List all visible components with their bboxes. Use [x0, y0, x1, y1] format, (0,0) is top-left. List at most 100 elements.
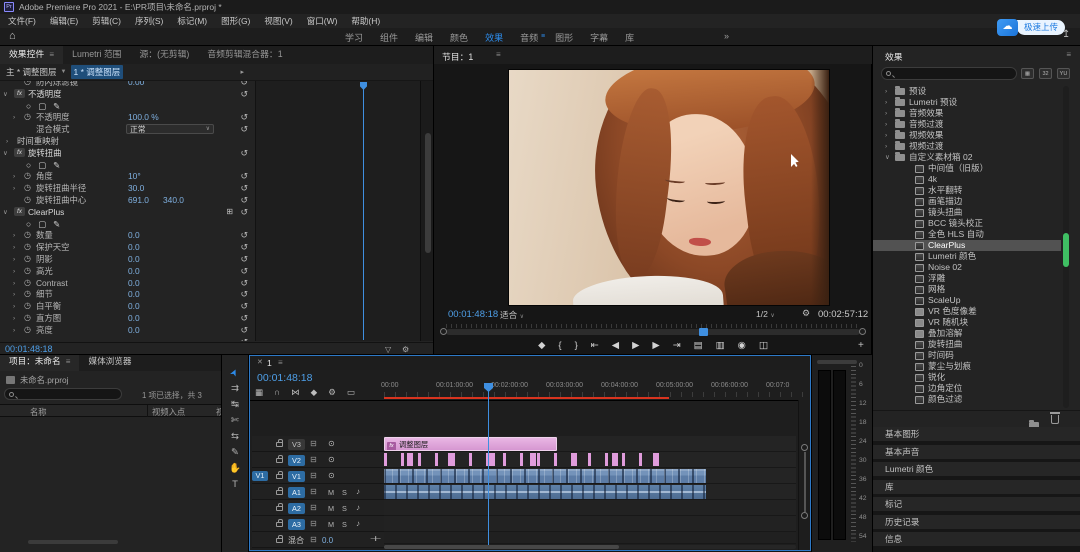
solo-button[interactable]: S	[342, 520, 347, 529]
track-header[interactable]: V1 V1 ⊟ ⊙ M S ♪	[252, 468, 384, 484]
effects-tree-item[interactable]: 全色 HLS 自动	[873, 229, 1061, 240]
sync-lock-icon[interactable]: ⊟	[310, 535, 317, 544]
transport-icon[interactable]: {	[558, 340, 561, 351]
effects-search-input[interactable]	[881, 67, 1017, 80]
lock-icon[interactable]	[276, 490, 283, 495]
timeline-vscrollbar[interactable]	[798, 400, 810, 550]
timeline-tool-icon[interactable]: ◆	[311, 387, 318, 398]
effects-tree-item[interactable]: 颜色过滤	[873, 394, 1061, 405]
menu-item[interactable]: 文件(F)	[8, 15, 36, 27]
panel-menu-icon[interactable]: ≡	[47, 50, 54, 59]
workspace-tab[interactable]: 编辑	[415, 31, 433, 44]
quick-upload-logo-icon[interactable]: ☁	[997, 19, 1018, 36]
twirl-icon[interactable]: ›	[885, 86, 891, 97]
effect-row[interactable]: fx ◷ ○▢✎ ∨ ⊞ ↺	[0, 336, 255, 341]
panel-tab[interactable]: 音频剪辑混合器：1 ≡	[198, 46, 291, 64]
reset-icon[interactable]: ↺	[240, 324, 248, 336]
track-header[interactable]: A1 ⊟ ⊙ M S ♪	[252, 484, 384, 500]
stopwatch-icon[interactable]: ◷	[24, 324, 31, 336]
menu-item[interactable]: 序列(S)	[135, 15, 163, 27]
sync-lock-icon[interactable]: ⊟	[310, 519, 317, 528]
effects-tree-item[interactable]: › 视频效果	[873, 130, 1061, 141]
tool-button[interactable]: T	[222, 477, 248, 493]
a1-audio-clip[interactable]	[384, 485, 706, 499]
transport-icon[interactable]: ▤	[694, 340, 703, 351]
param-value[interactable]: 10°	[128, 170, 141, 182]
stopwatch-icon[interactable]: ◷	[24, 229, 31, 241]
stopwatch-icon[interactable]: ◷	[24, 277, 31, 289]
transport-icon[interactable]: ▶	[652, 340, 659, 351]
effects-tree-item[interactable]: 水平翻转	[873, 185, 1061, 196]
stopwatch-icon[interactable]: ◷	[24, 182, 31, 194]
effect-row[interactable]: › fx ◷ ○▢✎ 旋转扭曲半径 30.0 ∨ ⊞ ↺	[0, 182, 255, 194]
tool-button[interactable]: ✎	[222, 445, 248, 461]
effects-tree-item[interactable]: ScaleUp	[873, 295, 1061, 306]
effect-row[interactable]: › fx ◷ ○▢✎ 亮度 0.0 ∨ ⊞ ↺	[0, 324, 255, 336]
lock-icon[interactable]	[276, 442, 283, 447]
reset-icon[interactable]: ↺	[240, 253, 248, 265]
pen-mask-icon[interactable]: ✎	[53, 218, 60, 230]
transport-icon[interactable]: ◉	[738, 340, 746, 351]
stacked-panel-tab[interactable]: 标记	[873, 497, 1080, 511]
effects-tree-item[interactable]: 旋转扭曲	[873, 339, 1061, 350]
playback-resolution-select[interactable]: 1/2 ∨	[756, 309, 775, 319]
effects-tree-item[interactable]: › 音频过渡	[873, 119, 1061, 130]
twirl-icon[interactable]: ›	[885, 108, 891, 119]
program-tab[interactable]: 节目：1	[442, 50, 473, 63]
lock-icon[interactable]	[276, 538, 283, 543]
project-breadcrumb[interactable]: 未命名.prproj	[6, 374, 68, 386]
effects-filter-icon[interactable]: YU	[1057, 68, 1070, 79]
effect-row[interactable]: ∨ fx ◷ ○▢✎ 旋转扭曲 ∨ ⊞ ↺	[0, 147, 255, 159]
stopwatch-icon[interactable]: ◷	[24, 265, 31, 277]
stacked-panel-tab[interactable]: 信息	[873, 532, 1080, 546]
effects-tree-item[interactable]: 锐化	[873, 372, 1061, 383]
master-clip-label[interactable]: 主 * 调整图层	[6, 66, 57, 78]
track-header[interactable]: V3 ⊟ ⊙ M S ♪	[252, 436, 384, 452]
scrubber-left-handle[interactable]	[440, 328, 447, 335]
reset-icon[interactable]: ↺	[240, 88, 248, 100]
workspace-tab[interactable]: 字幕	[590, 31, 608, 44]
effects-tree-item[interactable]: ∨ 自定义素材箱 02	[873, 152, 1061, 163]
param-value[interactable]: 0.0	[128, 312, 140, 324]
mute-button[interactable]: M	[328, 504, 334, 513]
panel-menu-icon[interactable]: ≡	[496, 50, 501, 59]
panel-tab[interactable]: 源：(无剪辑) ≡	[130, 46, 198, 64]
workspace-tab[interactable]: 音频	[520, 31, 538, 44]
effects-tree-item[interactable]: › 视频过渡	[873, 141, 1061, 152]
timeline-tool-icon[interactable]: ▭	[347, 387, 355, 398]
transport-icon[interactable]: ▶	[632, 340, 639, 351]
reset-icon[interactable]: ↺	[240, 336, 248, 341]
effects-tree-item[interactable]: 浮雕	[873, 273, 1061, 284]
stopwatch-icon[interactable]: ◷	[24, 241, 31, 253]
mute-button[interactable]: M	[328, 488, 334, 497]
zoom-level-select[interactable]: 适合 ∨	[500, 309, 524, 321]
effect-row[interactable]: › fx ◷ ○▢✎ 直方图 0.0 ∨ ⊞ ↺	[0, 312, 255, 324]
track-target-button[interactable]: 混合	[288, 535, 304, 546]
ellipse-mask-icon[interactable]: ○	[26, 218, 31, 230]
voiceover-mic-icon[interactable]: ♪	[356, 503, 360, 512]
effect-row[interactable]: › fx ◷ ○▢✎ 不透明度 100.0 % ∨ ⊞ ↺	[0, 111, 255, 123]
tool-button[interactable]: ⇉	[222, 381, 248, 397]
fx-badge-icon[interactable]: fx	[14, 207, 25, 216]
stopwatch-icon[interactable]: ◷	[24, 111, 31, 123]
menu-item[interactable]: 图形(G)	[221, 15, 250, 27]
lock-icon[interactable]	[276, 506, 283, 511]
effect-row[interactable]: fx ◷ ○▢✎ 旋转扭曲中心 691.0 340.0 ∨ ⊞ ↺	[0, 194, 255, 206]
panel-menu-icon[interactable]: ≡	[278, 358, 283, 367]
effects-tree-item[interactable]: 4k	[873, 174, 1061, 185]
project-search-input[interactable]	[4, 388, 122, 400]
effects-tree-item[interactable]: 蒙尘与划痕	[873, 361, 1061, 372]
stacked-panel-tab[interactable]: Lumetri 颜色	[873, 462, 1080, 476]
effects-tree-item[interactable]: Lumetri 颜色	[873, 251, 1061, 262]
track-target-button[interactable]: V2	[288, 455, 305, 466]
param-value[interactable]: 0.0	[128, 253, 140, 265]
delete-icon[interactable]	[1051, 415, 1059, 424]
effects-tree-item[interactable]: ClearPlus	[873, 240, 1061, 251]
workspace-tab[interactable]: 学习	[345, 31, 363, 44]
timeline-tool-icon[interactable]: ∩	[274, 387, 280, 398]
effect-row[interactable]: fx ◷ ○▢✎ ∨ ⊞ ↺	[0, 100, 255, 112]
track-target-button[interactable]: A3	[288, 519, 305, 530]
workspace-overflow-icon[interactable]: »	[724, 31, 729, 41]
effect-row[interactable]: › fx ◷ ○▢✎ Contrast 0.0 ∨ ⊞ ↺	[0, 277, 255, 289]
menu-item[interactable]: 窗口(W)	[307, 15, 338, 27]
